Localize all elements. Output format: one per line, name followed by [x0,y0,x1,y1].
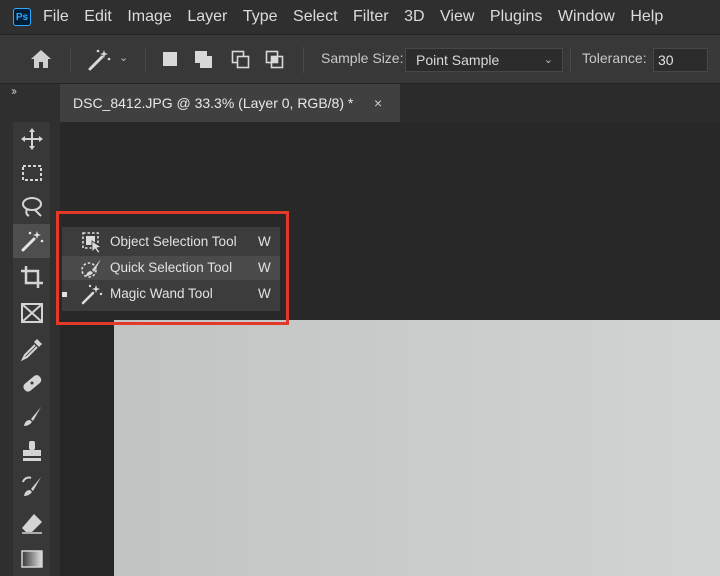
menu-image[interactable]: Image [127,8,171,26]
document-tab[interactable]: DSC_8412.JPG @ 33.3% (Layer 0, RGB/8) * … [60,84,400,122]
menu-plugins[interactable]: Plugins [490,8,542,26]
tolerance-label: Tolerance: [582,50,647,66]
magic-wand-tool-icon[interactable] [13,224,50,258]
highlight-box [56,211,289,325]
new-selection-icon[interactable] [163,52,177,66]
sample-size-label: Sample Size: [321,50,404,66]
document-tab-bar: DSC_8412.JPG @ 33.3% (Layer 0, RGB/8) * … [60,84,720,122]
gradient-tool-icon[interactable] [13,542,50,576]
document-image[interactable] [114,320,720,576]
menu-select[interactable]: Select [293,8,337,26]
eyedropper-tool-icon[interactable] [13,332,50,366]
menu-view[interactable]: View [440,8,474,26]
home-icon[interactable] [30,49,52,74]
menu-edit[interactable]: Edit [84,8,112,26]
tolerance-input[interactable]: 30 [653,48,708,72]
menu-bar: Ps File Edit Image Layer Type Select Fil… [0,0,720,34]
magic-wand-preset-icon[interactable] [86,47,112,78]
menu-filter[interactable]: Filter [353,8,389,26]
clone-stamp-tool-icon[interactable] [13,434,50,468]
panel-collapse-toggle[interactable]: ›› [11,84,17,98]
crop-tool-icon[interactable] [13,260,50,294]
document-tab-title: DSC_8412.JPG @ 33.3% (Layer 0, RGB/8) * [73,95,354,111]
sample-size-select[interactable]: Point Sample ⌄ [405,48,563,72]
photoshop-logo-icon: Ps [13,8,31,26]
menu-3d[interactable]: 3D [404,8,424,26]
close-icon[interactable]: × [374,95,382,111]
brush-tool-icon[interactable] [13,400,50,434]
eraser-tool-icon[interactable] [13,506,50,540]
menu-layer[interactable]: Layer [187,8,227,26]
add-to-selection-icon[interactable] [193,49,215,76]
menu-type[interactable]: Type [243,8,278,26]
canvas-pasteboard [60,320,114,576]
move-tool-icon[interactable] [13,122,50,156]
history-brush-tool-icon[interactable] [13,470,50,504]
healing-brush-tool-icon[interactable] [13,366,50,400]
menu-file[interactable]: File [43,8,69,26]
chevron-down-icon: ⌄ [543,54,553,66]
chevron-down-icon[interactable]: ⌄ [119,51,128,64]
lasso-tool-icon[interactable] [13,190,50,224]
marquee-tool-icon[interactable] [13,156,50,190]
subtract-from-selection-icon[interactable] [230,49,252,76]
intersect-selection-icon[interactable] [264,49,286,76]
menu-help[interactable]: Help [630,8,663,26]
menu-window[interactable]: Window [558,8,615,26]
options-bar: ⌄ Sample Size: Point Sample ⌄ Tolerance:… [0,34,720,84]
frame-tool-icon[interactable] [13,296,50,330]
